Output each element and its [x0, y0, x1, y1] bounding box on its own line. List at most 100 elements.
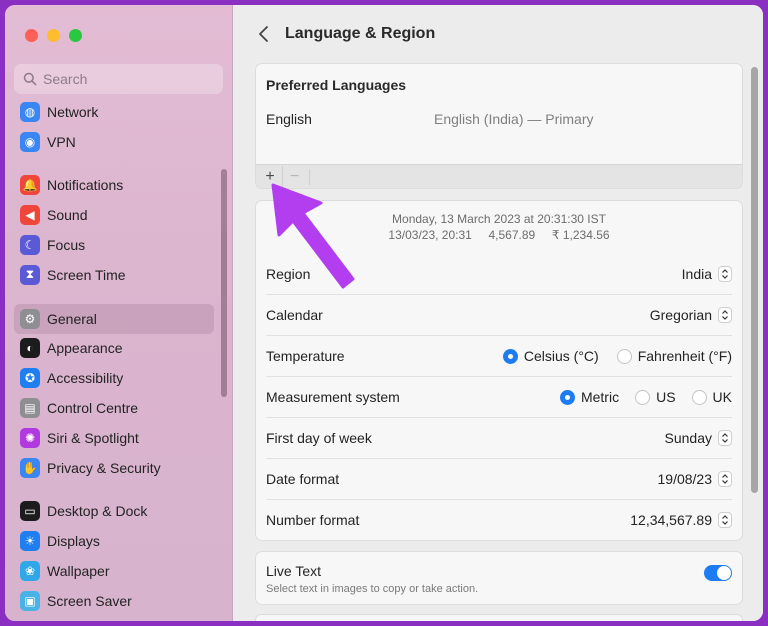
sidebar-item-label: Control Centre [47, 400, 139, 417]
sidebar-item-screen-time[interactable]: ⧗ Screen Time [14, 260, 214, 290]
temperature-row: Temperature Celsius (°C) Fahrenheit (°F) [266, 335, 732, 376]
sidebar-item-vpn[interactable]: ◉ VPN [14, 127, 214, 157]
radio-unselected-icon [635, 389, 651, 405]
live-text-card: Live Text Select text in images to copy … [255, 551, 743, 605]
language-name: English [266, 111, 312, 127]
zoom-window-button[interactable] [69, 29, 82, 42]
radio-unselected-icon [691, 389, 707, 405]
measurement-row: Measurement system Metric US UK [266, 376, 732, 417]
sidebar-item-label: Notifications [47, 177, 124, 194]
first-day-popup[interactable]: Sunday [665, 430, 732, 446]
sidebar-item-label: Desktop & Dock [47, 503, 148, 520]
gear-icon: ⚙ [20, 308, 40, 329]
sidebar-item-privacy-security[interactable]: ✋ Privacy & Security [14, 453, 214, 483]
metric-label: Metric [580, 389, 620, 405]
sidebar-item-control-centre[interactable]: ▤ Control Centre [14, 393, 214, 423]
sidebar-item-label: Appearance [47, 340, 123, 357]
close-window-button[interactable] [25, 29, 38, 42]
uk-label: UK [712, 389, 732, 405]
hand-icon: ✋ [20, 457, 40, 478]
sidebar-item-label: Screen Time [47, 266, 126, 283]
back-chevron-icon[interactable] [254, 23, 274, 45]
sidebar-list: ◍ Network ◉ VPN 🔔 Notifications ◀ Sound ☾ Focus ⧗ S… [14, 97, 214, 616]
sidebar-item-desktop-dock[interactable]: ▭ Desktop & Dock [14, 497, 214, 527]
number-format-value: 12,34,567.89 [630, 512, 712, 528]
next-card [255, 614, 743, 621]
sidebar-item-siri-spotlight[interactable]: ✺ Siri & Spotlight [14, 423, 214, 453]
celsius-radio[interactable]: Celsius (°C) [502, 348, 599, 364]
sidebar-search[interactable] [14, 64, 223, 94]
first-day-label: First day of week [266, 430, 372, 446]
region-popup[interactable]: India [682, 265, 732, 282]
updown-chevron-icon [718, 512, 732, 528]
sidebar-item-focus[interactable]: ☾ Focus [14, 230, 214, 260]
sidebar-item-label: Siri & Spotlight [47, 429, 139, 446]
date-format-label: Date format [266, 471, 340, 487]
live-text-title: Live Text [266, 563, 321, 579]
control-centre-icon: ▤ [20, 398, 40, 419]
sidebar-item-label: Wallpaper [47, 563, 110, 580]
first-day-value: Sunday [664, 430, 712, 446]
updown-chevron-icon [718, 471, 732, 487]
calendar-value: Gregorian [649, 307, 712, 323]
flower-icon: ❀ [20, 561, 40, 582]
updown-chevron-icon [718, 265, 732, 282]
radio-unselected-icon [616, 348, 632, 364]
screensaver-icon: ▣ [20, 590, 40, 611]
preferred-languages-title: Preferred Languages [266, 77, 407, 93]
language-detail: English (India) — Primary [434, 111, 594, 127]
dock-icon: ▭ [20, 501, 40, 522]
speaker-icon: ◀ [20, 205, 40, 226]
main-scrollbar[interactable] [751, 67, 758, 493]
sun-icon: ☀ [20, 531, 40, 552]
temperature-label: Temperature [266, 348, 345, 364]
first-day-row: First day of week Sunday [266, 417, 732, 458]
live-text-toggle[interactable] [704, 565, 732, 581]
sidebar-item-appearance[interactable]: ◐ Appearance [14, 334, 214, 364]
language-row-english[interactable]: English English (India) — Primary [256, 102, 742, 164]
vpn-icon: ◉ [20, 131, 40, 152]
sidebar-item-sound[interactable]: ◀ Sound [14, 200, 214, 230]
moon-icon: ☾ [20, 235, 40, 256]
updown-chevron-icon [718, 307, 732, 323]
sidebar-item-label: Displays [47, 533, 100, 550]
updown-chevron-icon [718, 430, 732, 446]
calendar-row: Calendar Gregorian [266, 294, 732, 335]
sidebar-item-label: Network [47, 103, 99, 120]
sidebar-item-label: Sound [47, 207, 88, 224]
search-input[interactable] [43, 71, 203, 87]
number-format-popup[interactable]: 12,34,567.89 [630, 512, 732, 528]
date-format-popup[interactable]: 19/08/23 [658, 471, 732, 487]
sidebar-item-notifications[interactable]: 🔔 Notifications [14, 171, 214, 201]
sidebar-item-network[interactable]: ◍ Network [14, 97, 214, 127]
sidebar-item-accessibility[interactable]: ✪ Accessibility [14, 363, 214, 393]
main-pane: Language & Region Preferred Languages En… [234, 5, 763, 621]
sidebar-item-label: General [47, 310, 97, 327]
sidebar-item-wallpaper[interactable]: ❀ Wallpaper [14, 556, 214, 586]
sidebar-item-general[interactable]: ⚙ General [14, 303, 214, 334]
siri-icon: ✺ [20, 427, 40, 448]
settings-window: ◍ Network ◉ VPN 🔔 Notifications ◀ Sound ☾ Focus ⧗ S… [5, 5, 763, 621]
temperature-radio-group: Celsius (°C) Fahrenheit (°F) [502, 348, 732, 364]
sidebar: ◍ Network ◉ VPN 🔔 Notifications ◀ Sound ☾ Focus ⧗ S… [5, 5, 233, 621]
calendar-label: Calendar [266, 307, 323, 323]
uk-radio[interactable]: UK [691, 389, 732, 405]
number-format-row: Number format 12,34,567.89 [266, 499, 732, 540]
calendar-popup[interactable]: Gregorian [650, 307, 732, 323]
sidebar-item-label: Accessibility [47, 370, 124, 387]
hourglass-icon: ⧗ [20, 264, 40, 285]
annotation-arrow-icon [271, 183, 355, 289]
sidebar-item-displays[interactable]: ☀ Displays [14, 526, 214, 556]
us-radio[interactable]: US [635, 389, 676, 405]
preferred-languages-card: Preferred Languages English English (Ind… [255, 63, 743, 189]
fahrenheit-radio[interactable]: Fahrenheit (°F) [616, 348, 732, 364]
measurement-label: Measurement system [266, 389, 400, 405]
page-title: Language & Region [285, 25, 436, 42]
sidebar-scrollbar[interactable] [221, 169, 227, 397]
sidebar-item-label: VPN [47, 133, 76, 150]
metric-radio[interactable]: Metric [559, 389, 620, 405]
sidebar-item-screen-saver[interactable]: ▣ Screen Saver [14, 586, 214, 616]
radio-selected-icon [502, 348, 518, 364]
minimize-window-button[interactable] [47, 29, 60, 42]
